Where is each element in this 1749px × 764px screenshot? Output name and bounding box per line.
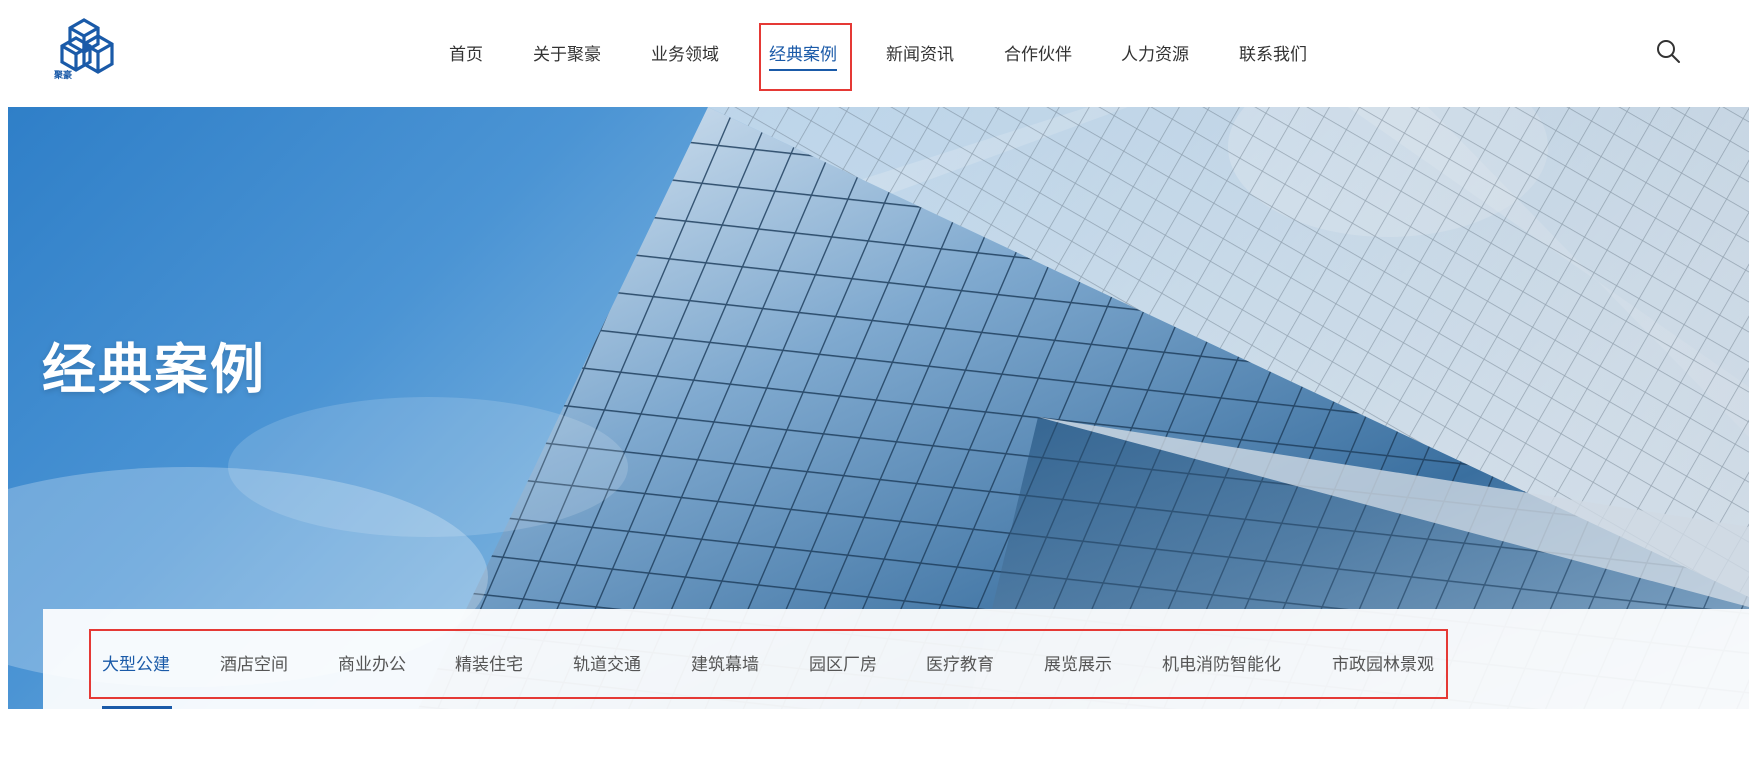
logo-text: 聚豪 [54, 71, 73, 81]
nav-item-partners[interactable]: 合作伙伴 [1004, 40, 1072, 65]
tab-medical-education[interactable]: 医疗教育 [926, 650, 994, 675]
tab-active-underline [102, 706, 172, 709]
tab-hotel-space[interactable]: 酒店空间 [220, 650, 288, 675]
nav-item-home[interactable]: 首页 [449, 40, 483, 65]
tab-industrial-park[interactable]: 园区厂房 [809, 650, 877, 675]
tab-mep-fire-intelligent[interactable]: 机电消防智能化 [1162, 650, 1281, 675]
tab-fine-residence[interactable]: 精装住宅 [455, 650, 523, 675]
tab-municipal-landscape[interactable]: 市政园林景观 [1332, 650, 1434, 675]
search-button[interactable] [1655, 38, 1681, 64]
nav-item-cases[interactable]: 经典案例 [769, 40, 837, 65]
tab-curtain-wall[interactable]: 建筑幕墙 [691, 650, 759, 675]
nav-item-business[interactable]: 业务领域 [651, 40, 719, 65]
nav-item-about[interactable]: 关于聚豪 [533, 40, 601, 65]
site-header: 聚豪 首页 关于聚豪 业务领域 经典案例 新闻资讯 合作伙伴 人力资源 联系我们 [0, 0, 1749, 107]
nav-item-news[interactable]: 新闻资讯 [886, 40, 954, 65]
search-icon [1657, 40, 1680, 63]
tab-exhibition[interactable]: 展览展示 [1044, 650, 1112, 675]
tab-rail-transit[interactable]: 轨道交通 [573, 650, 641, 675]
nav-item-hr[interactable]: 人力资源 [1121, 40, 1189, 65]
nav-active-underline [769, 69, 837, 71]
nav-item-contact[interactable]: 联系我们 [1239, 40, 1307, 65]
tab-commercial-office[interactable]: 商业办公 [338, 650, 406, 675]
site-logo[interactable]: 聚豪 [54, 16, 120, 82]
tab-public-buildings[interactable]: 大型公建 [102, 650, 170, 675]
category-tab-bar [43, 609, 1749, 709]
page-title: 经典案例 [42, 338, 266, 401]
